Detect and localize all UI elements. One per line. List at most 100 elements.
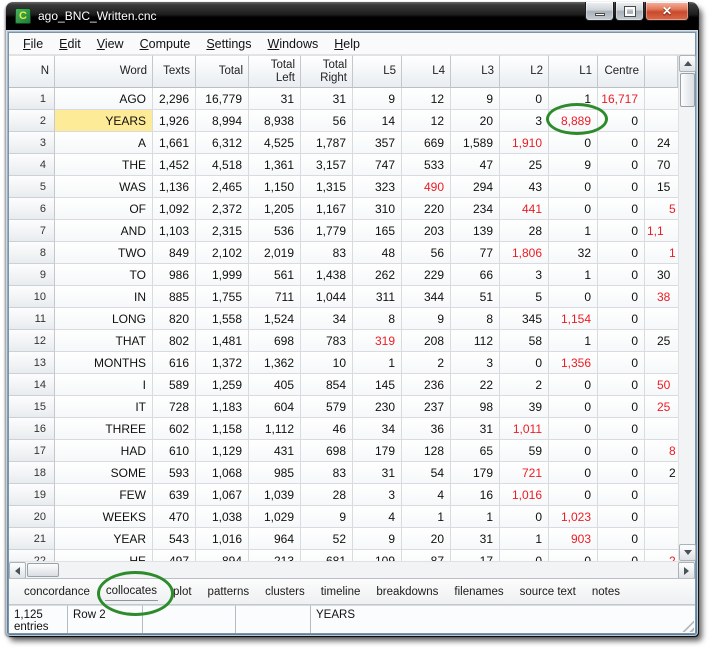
row-number[interactable]: 13 bbox=[9, 352, 55, 374]
column-header-l2[interactable]: L2 bbox=[500, 55, 549, 88]
row-number[interactable]: 18 bbox=[9, 462, 55, 484]
scroll-up-button[interactable] bbox=[679, 55, 696, 72]
column-header-l5[interactable]: L5 bbox=[353, 55, 402, 88]
menu-compute[interactable]: Compute bbox=[132, 35, 199, 53]
row-number[interactable]: 5 bbox=[9, 176, 55, 198]
table-row[interactable]: 15IT7281,18360457923023798390025 bbox=[9, 396, 678, 418]
column-header-r1[interactable] bbox=[645, 55, 678, 88]
row-number[interactable]: 3 bbox=[9, 132, 55, 154]
column-header-l1[interactable]: L1 bbox=[549, 55, 598, 88]
table-row[interactable]: 14I5891,2594058541452362220050 bbox=[9, 374, 678, 396]
vertical-scroll-thumb[interactable] bbox=[680, 73, 695, 107]
table-row[interactable]: 1AGO2,29616,779313191290116,717 bbox=[9, 88, 678, 110]
row-number[interactable]: 20 bbox=[9, 506, 55, 528]
row-number[interactable]: 21 bbox=[9, 528, 55, 550]
tab-filenames[interactable]: filenames bbox=[453, 583, 504, 601]
row-number[interactable]: 15 bbox=[9, 396, 55, 418]
tab-concordance[interactable]: concordance bbox=[23, 583, 91, 601]
row-number[interactable]: 6 bbox=[9, 198, 55, 220]
menu-edit[interactable]: Edit bbox=[51, 35, 89, 53]
scroll-down-button[interactable] bbox=[679, 544, 696, 561]
table-row[interactable]: 9TO9861,9995611,4382622296631030 bbox=[9, 264, 678, 286]
menu-windows[interactable]: Windows bbox=[260, 35, 327, 53]
row-number[interactable]: 17 bbox=[9, 440, 55, 462]
menu-view[interactable]: View bbox=[89, 35, 132, 53]
minimize-button[interactable] bbox=[585, 2, 614, 21]
table-row[interactable]: 20WEEKS4701,0381,029941101,0230 bbox=[9, 506, 678, 528]
vertical-scrollbar[interactable] bbox=[678, 55, 695, 561]
row-number[interactable]: 9 bbox=[9, 264, 55, 286]
value-cell: 20 bbox=[451, 110, 500, 132]
row-number[interactable]: 7 bbox=[9, 220, 55, 242]
row-number[interactable]: 2 bbox=[9, 110, 55, 132]
table-row[interactable]: 17HAD6101,1294316981791286559008 bbox=[9, 440, 678, 462]
menu-file[interactable]: File bbox=[15, 35, 51, 53]
horizontal-scroll-thumb[interactable] bbox=[27, 563, 59, 577]
column-header-word[interactable]: Word bbox=[55, 55, 153, 88]
value-cell: 1,167 bbox=[301, 198, 353, 220]
table-row[interactable]: 4THE1,4524,5181,3613,15774753347259070 bbox=[9, 154, 678, 176]
row-number[interactable]: 16 bbox=[9, 418, 55, 440]
value-cell: 262 bbox=[353, 264, 402, 286]
row-number[interactable]: 19 bbox=[9, 484, 55, 506]
maximize-button[interactable] bbox=[615, 2, 644, 21]
column-header-centre[interactable]: Centre bbox=[598, 55, 645, 88]
table-row[interactable]: 11LONG8201,5581,524348983451,1540 bbox=[9, 308, 678, 330]
table-row[interactable]: 3A1,6616,3124,5251,7873576691,5891,91000… bbox=[9, 132, 678, 154]
table-row[interactable]: 16THREE6021,1581,112463436311,01100 bbox=[9, 418, 678, 440]
tab-source-text[interactable]: source text bbox=[519, 583, 577, 601]
column-header-l3[interactable]: L3 bbox=[451, 55, 500, 88]
row-number[interactable]: 14 bbox=[9, 374, 55, 396]
scroll-right-button[interactable] bbox=[678, 562, 695, 579]
column-header-n[interactable]: N bbox=[9, 55, 55, 88]
table-row[interactable]: 12THAT8021,481698783319208112581025 bbox=[9, 330, 678, 352]
value-cell: 1,136 bbox=[153, 176, 196, 198]
table-row[interactable]: 5WAS1,1362,4651,1501,315323490294430015 bbox=[9, 176, 678, 198]
menu-settings[interactable]: Settings bbox=[198, 35, 259, 53]
table-row[interactable]: 6OF1,0922,3721,2051,167310220234441005 bbox=[9, 198, 678, 220]
column-header-total[interactable]: Total bbox=[196, 55, 249, 88]
tab-clusters[interactable]: clusters bbox=[264, 583, 306, 601]
word-cell: HAD bbox=[55, 440, 153, 462]
tab-notes[interactable]: notes bbox=[591, 583, 621, 601]
value-cell: 22 bbox=[451, 374, 500, 396]
column-header-total-right[interactable]: Total Right bbox=[301, 55, 353, 88]
close-button[interactable]: ✕ bbox=[645, 2, 689, 21]
table-row[interactable]: 19FEW6391,0671,0392834161,01600 bbox=[9, 484, 678, 506]
table-row[interactable]: 10IN8851,7557111,0443113445150038 bbox=[9, 286, 678, 308]
row-number[interactable]: 22 bbox=[9, 550, 55, 561]
tab-collocates[interactable]: collocates bbox=[105, 582, 158, 601]
column-header-l4[interactable]: L4 bbox=[402, 55, 451, 88]
tab-breakdowns[interactable]: breakdowns bbox=[375, 583, 439, 601]
row-number[interactable]: 8 bbox=[9, 242, 55, 264]
value-cell: 0 bbox=[598, 154, 645, 176]
maximize-icon bbox=[625, 7, 635, 16]
table-row[interactable]: 21YEAR5431,016964529203119030 bbox=[9, 528, 678, 550]
table-row[interactable]: 7AND1,1032,3155361,77916520313928101,1 bbox=[9, 220, 678, 242]
clipped-value-cell bbox=[645, 528, 678, 550]
row-number[interactable]: 10 bbox=[9, 286, 55, 308]
row-number[interactable]: 4 bbox=[9, 154, 55, 176]
table-row[interactable]: 2YEARS1,9268,9948,9385614122038,8890 bbox=[9, 110, 678, 132]
menu-help[interactable]: Help bbox=[326, 35, 368, 53]
row-number[interactable]: 1 bbox=[9, 88, 55, 110]
tab-timeline[interactable]: timeline bbox=[320, 583, 362, 601]
tab-plot[interactable]: plot bbox=[172, 583, 193, 601]
column-header-texts[interactable]: Texts bbox=[153, 55, 196, 88]
view-tabs: concordance collocates plot patterns cluster… bbox=[9, 578, 695, 604]
table-row[interactable]: 22HE49789421368110987170002 bbox=[9, 550, 678, 561]
word-cell: TWO bbox=[55, 242, 153, 264]
value-cell: 0 bbox=[598, 242, 645, 264]
tab-patterns[interactable]: patterns bbox=[207, 583, 251, 601]
table-row[interactable]: 8TWO8492,1022,019834856771,8063201 bbox=[9, 242, 678, 264]
value-cell: 165 bbox=[353, 220, 402, 242]
table-row[interactable]: 18SOME5931,068985833154179721002 bbox=[9, 462, 678, 484]
horizontal-scrollbar[interactable] bbox=[9, 561, 695, 578]
column-header-total-left[interactable]: Total Left bbox=[249, 55, 301, 88]
row-number[interactable]: 11 bbox=[9, 308, 55, 330]
scroll-left-button[interactable] bbox=[9, 562, 26, 579]
clipped-value-cell: 30 bbox=[645, 264, 678, 286]
table-row[interactable]: 13MONTHS6161,3721,3621012301,3560 bbox=[9, 352, 678, 374]
row-number[interactable]: 12 bbox=[9, 330, 55, 352]
value-cell: 986 bbox=[153, 264, 196, 286]
